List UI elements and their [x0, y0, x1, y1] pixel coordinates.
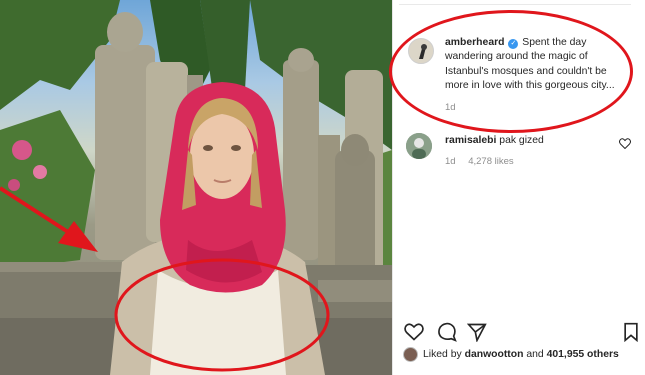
likes-prefix: Liked by [423, 349, 462, 360]
bookmark-icon[interactable] [621, 322, 641, 342]
comment-text: pak gized [499, 135, 544, 146]
likes-count[interactable]: 401,955 others [547, 349, 619, 360]
caption-oval-annotation [389, 10, 633, 133]
comment-username[interactable]: ramisalebi [445, 135, 496, 146]
comment-likes[interactable]: 4,278 likes [468, 156, 513, 167]
photo-illustration [0, 0, 392, 375]
likes-summary: Liked by danwootton and 401,955 others [423, 349, 619, 360]
comment-avatar-image [406, 133, 432, 159]
heart-icon[interactable] [404, 322, 424, 342]
divider [399, 4, 631, 5]
share-icon[interactable] [467, 322, 487, 342]
liker-avatar[interactable] [403, 347, 418, 362]
comment-meta: 1d 4,278 likes [445, 156, 514, 167]
comment-timestamp[interactable]: 1d [445, 156, 456, 167]
post-photo [0, 0, 392, 375]
heart-icon[interactable] [619, 138, 631, 149]
comment-text-line: ramisalebi pak gized [445, 135, 544, 146]
likes-and: and [526, 349, 544, 360]
comment-icon[interactable] [437, 322, 457, 342]
comment-avatar[interactable] [406, 133, 432, 159]
likes-user[interactable]: danwootton [465, 349, 524, 360]
